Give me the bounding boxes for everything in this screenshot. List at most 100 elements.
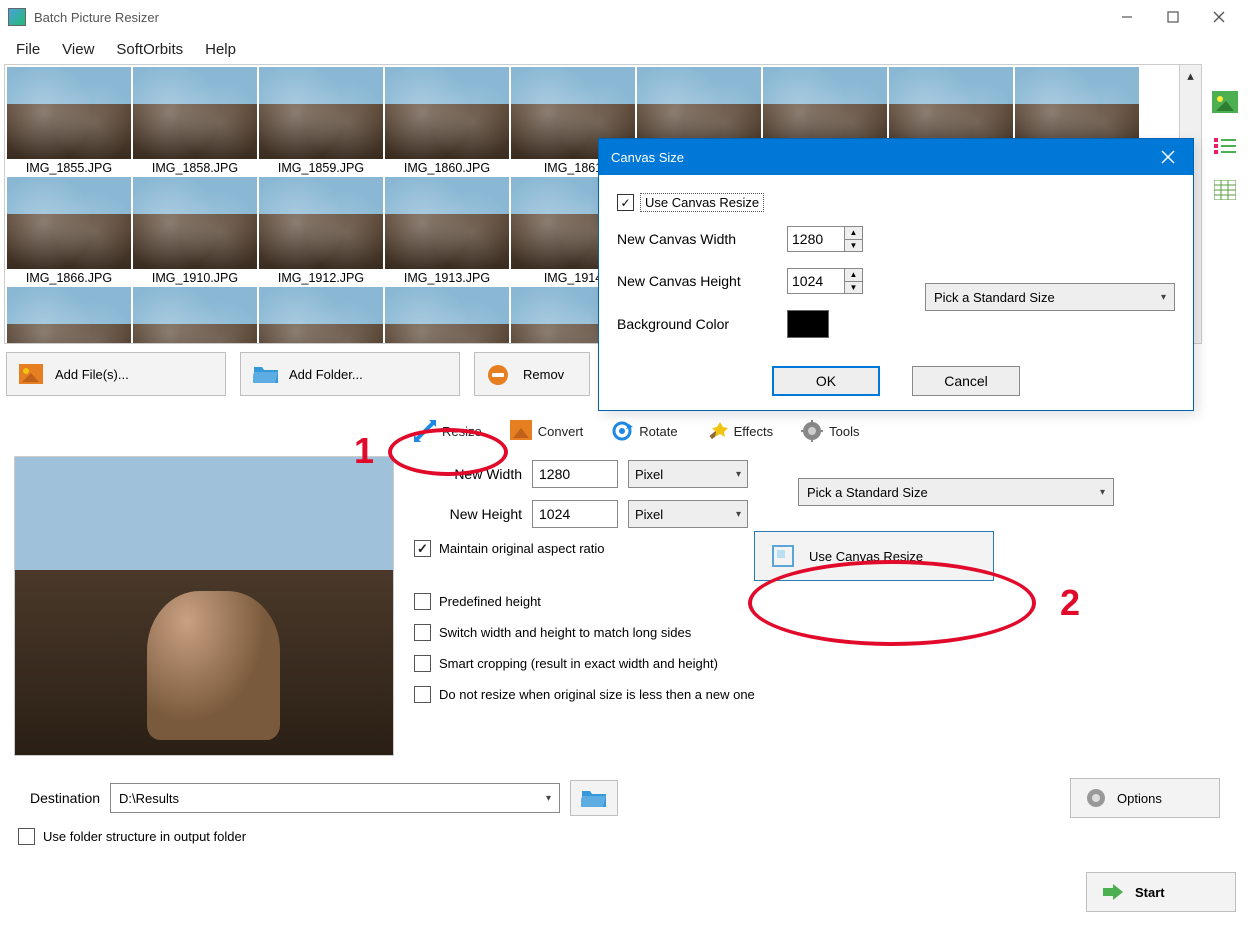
thumbnail-item[interactable]: IMG_1866.JPG	[7, 177, 131, 285]
chevron-down-icon: ▾	[1100, 487, 1105, 498]
no-resize-label: Do not resize when original size is less…	[439, 687, 755, 702]
view-thumbnails-icon[interactable]	[1211, 90, 1239, 114]
bg-color-swatch[interactable]	[787, 310, 829, 338]
remove-label: Remov	[523, 367, 564, 382]
bg-color-label: Background Color	[617, 316, 787, 332]
tab-effects-label: Effects	[734, 424, 774, 439]
options-button[interactable]: Options	[1070, 778, 1220, 818]
thumbnail-label: IMG_1912.JPG	[259, 269, 383, 285]
canvas-height-label: New Canvas Height	[617, 273, 787, 289]
folder-icon	[253, 364, 277, 384]
use-canvas-checkbox[interactable]	[617, 194, 634, 211]
dialog-close-button[interactable]	[1155, 146, 1181, 168]
add-folder-button[interactable]: Add Folder...	[240, 352, 460, 396]
menu-help[interactable]: Help	[195, 37, 246, 62]
maintain-aspect-checkbox[interactable]	[414, 540, 431, 557]
thumbnail-item[interactable]: IMG_1858.JPG	[133, 67, 257, 175]
canvas-height-spinner[interactable]: ▲▼	[787, 268, 863, 294]
thumbnail-item[interactable]	[259, 287, 383, 343]
standard-size-select[interactable]: Pick a Standard Size▾	[798, 478, 1114, 506]
switch-sides-checkbox[interactable]	[414, 624, 431, 641]
start-label: Start	[1135, 885, 1165, 900]
thumbnail-item[interactable]: IMG_1913.JPG	[385, 177, 509, 285]
menu-softorbits[interactable]: SoftOrbits	[106, 37, 193, 62]
gear-icon	[1085, 787, 1107, 809]
main-content: New Width Pixel▾ New Height Pixel▾ Pick	[0, 456, 1250, 756]
no-resize-checkbox[interactable]	[414, 686, 431, 703]
add-files-button[interactable]: Add File(s)...	[6, 352, 226, 396]
remove-icon	[487, 364, 511, 384]
add-folder-label: Add Folder...	[289, 367, 363, 382]
remove-button[interactable]: Remov	[474, 352, 590, 396]
view-grid-icon[interactable]	[1211, 178, 1239, 202]
dialog-ok-button[interactable]: OK	[772, 366, 880, 396]
destination-input[interactable]: D:\Results ▾	[110, 783, 560, 813]
thumbnail-item[interactable]	[133, 287, 257, 343]
spin-up-icon[interactable]: ▲	[845, 227, 862, 240]
resize-icon	[414, 420, 436, 442]
use-canvas-label: Use Canvas Resize	[640, 193, 764, 212]
minimize-button[interactable]	[1104, 2, 1150, 32]
resize-panel: New Width Pixel▾ New Height Pixel▾ Pick	[414, 456, 1236, 756]
tab-effects[interactable]: Effects	[692, 414, 788, 448]
chevron-down-icon: ▾	[546, 793, 551, 804]
thumbnail-image	[259, 287, 383, 343]
thumbnail-item[interactable]: IMG_1859.JPG	[259, 67, 383, 175]
start-button[interactable]: Start	[1086, 872, 1236, 912]
tab-tools[interactable]: Tools	[787, 414, 873, 448]
tab-resize[interactable]: Resize	[400, 414, 496, 448]
thumbnail-label: IMG_1855.JPG	[7, 159, 131, 175]
menu-file[interactable]: File	[6, 37, 50, 62]
use-folder-structure-checkbox[interactable]	[18, 828, 35, 845]
new-width-input[interactable]	[532, 460, 618, 488]
tab-rotate[interactable]: Rotate	[597, 414, 691, 448]
thumbnail-image	[7, 177, 131, 269]
new-height-input[interactable]	[532, 500, 618, 528]
menu-view[interactable]: View	[52, 37, 104, 62]
scroll-up-icon[interactable]: ▴	[1180, 65, 1201, 87]
width-unit-select[interactable]: Pixel▾	[628, 460, 748, 488]
thumbnail-item[interactable]: IMG_1912.JPG	[259, 177, 383, 285]
thumbnail-image	[385, 67, 509, 159]
convert-icon	[510, 420, 532, 442]
thumbnail-item[interactable]: IMG_1910.JPG	[133, 177, 257, 285]
use-canvas-resize-button[interactable]: Use Canvas Resize	[754, 531, 994, 581]
maintain-aspect-label: Maintain original aspect ratio	[439, 541, 604, 556]
thumbnail-item[interactable]: IMG_1855.JPG	[7, 67, 131, 175]
tab-convert-label: Convert	[538, 424, 584, 439]
canvas-width-spinner[interactable]: ▲▼	[787, 226, 863, 252]
destination-label: Destination	[30, 790, 100, 806]
browse-folder-button[interactable]	[570, 780, 618, 816]
dialog-standard-size-select[interactable]: Pick a Standard Size▾	[925, 283, 1175, 311]
thumbnail-image	[7, 287, 131, 343]
dialog-cancel-button[interactable]: Cancel	[912, 366, 1020, 396]
spin-up-icon[interactable]: ▲	[845, 269, 862, 282]
predefined-height-checkbox[interactable]	[414, 593, 431, 610]
dialog-standard-size-value: Pick a Standard Size	[934, 290, 1055, 305]
canvas-height-input[interactable]	[787, 268, 845, 294]
tab-convert[interactable]: Convert	[496, 414, 598, 448]
thumbnail-label: IMG_1866.JPG	[7, 269, 131, 285]
thumbnail-label: IMG_1858.JPG	[133, 159, 257, 175]
width-unit-value: Pixel	[635, 467, 663, 482]
thumbnail-item[interactable]: IMG_1860.JPG	[385, 67, 509, 175]
spin-down-icon[interactable]: ▼	[845, 282, 862, 294]
options-label: Options	[1117, 791, 1162, 806]
dialog-title-bar[interactable]: Canvas Size	[599, 139, 1193, 175]
thumbnail-image	[133, 287, 257, 343]
window-title: Batch Picture Resizer	[34, 10, 159, 25]
thumbnail-item[interactable]	[7, 287, 131, 343]
smart-cropping-checkbox[interactable]	[414, 655, 431, 672]
thumbnail-image	[385, 287, 509, 343]
no-resize-row: Do not resize when original size is less…	[414, 686, 1236, 703]
tab-resize-label: Resize	[442, 424, 482, 439]
height-unit-select[interactable]: Pixel▾	[628, 500, 748, 528]
spin-down-icon[interactable]: ▼	[845, 240, 862, 252]
maximize-button[interactable]	[1150, 2, 1196, 32]
close-button[interactable]	[1196, 2, 1242, 32]
canvas-width-input[interactable]	[787, 226, 845, 252]
effects-icon	[706, 420, 728, 442]
view-list-icon[interactable]	[1211, 134, 1239, 158]
thumbnail-item[interactable]	[385, 287, 509, 343]
use-folder-structure-row: Use folder structure in output folder	[0, 828, 1250, 845]
